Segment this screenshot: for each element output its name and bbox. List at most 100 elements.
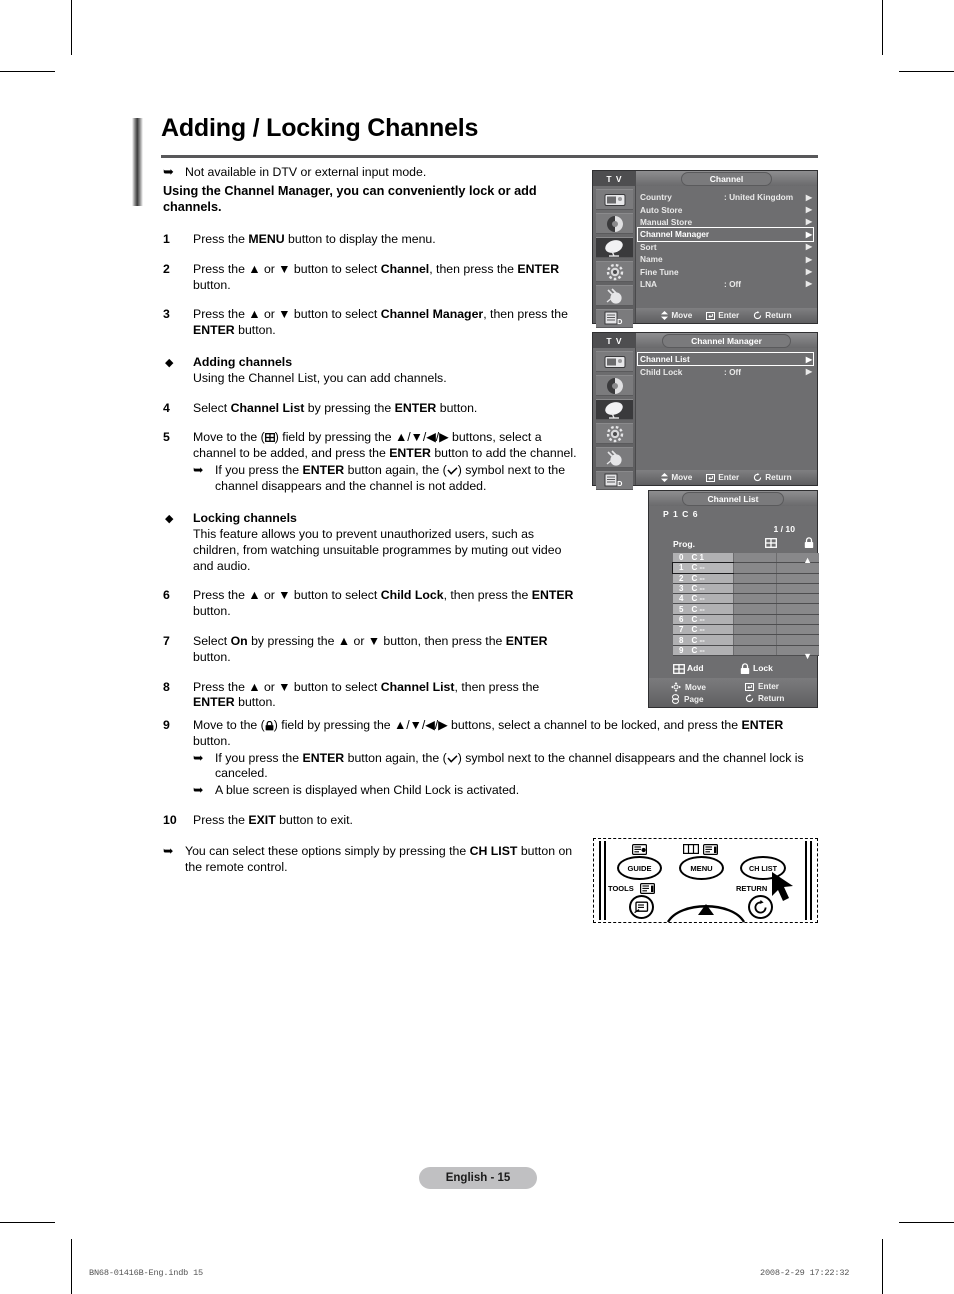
step-5-number: 5 (163, 430, 170, 445)
osd-row-sort[interactable]: Sort ▶ (640, 241, 813, 253)
osd-row-label: Name (640, 254, 663, 265)
intro-note: ➥ Not available in DTV or external input… (163, 164, 583, 181)
note-arrow-icon: ➥ (193, 750, 204, 765)
table-row[interactable]: 9 C -- (673, 645, 819, 656)
channel-name: C -- (691, 594, 705, 604)
add-cell[interactable] (733, 573, 776, 583)
sound-icon[interactable] (596, 375, 633, 396)
add-cell[interactable] (733, 635, 776, 645)
chevron-right-icon: ▶ (805, 217, 812, 227)
guide-button-label: GUIDE (627, 863, 652, 873)
column-header-prog: Prog. (673, 539, 695, 549)
table-row[interactable]: 3 C -- (673, 583, 819, 595)
chevron-right-icon: ▶ (805, 242, 812, 252)
intro-lead-line1: Using the Channel Manager, you can conve… (163, 183, 537, 198)
osd-row-fine-tune[interactable]: Fine Tune ▶ (640, 265, 813, 277)
osd-row-manual-store[interactable]: Manual Store ▶ (640, 216, 813, 228)
table-row[interactable]: 4 C -- (673, 594, 819, 605)
crop-mark-bottom-left-vertical (71, 1239, 72, 1294)
picture-icon[interactable] (596, 351, 633, 372)
dtv-setup-icon[interactable]: D (596, 471, 633, 490)
page-number-badge: English - 15 (419, 1167, 537, 1189)
osd-row-channel-list[interactable]: Channel List ▶ (637, 351, 814, 367)
picture-icon[interactable] (596, 189, 633, 210)
chevron-right-icon: ▶ (805, 267, 812, 277)
guide-glyph-icon (632, 844, 647, 855)
lock-cell[interactable] (776, 583, 819, 594)
table-row[interactable]: 7 C -- (673, 625, 819, 636)
osd-title: Channel Manager (662, 333, 791, 348)
osd-titlebar: Channel (636, 171, 817, 186)
osd-row-auto-store[interactable]: Auto Store ▶ (640, 203, 813, 215)
crop-mark-bottom-right-vertical (882, 1239, 883, 1294)
lock-cell[interactable] (776, 604, 819, 614)
table-row[interactable]: 0 C 1 (673, 553, 819, 564)
input-plug-icon[interactable] (596, 285, 633, 306)
osd-row-value: : Off (724, 366, 742, 377)
table-row[interactable]: 1 C -- (672, 562, 819, 574)
osd-footer-return: Return (745, 694, 784, 703)
step-8-number: 8 (163, 679, 170, 694)
osd-title: Channel List (682, 491, 784, 506)
add-cell[interactable] (733, 594, 776, 604)
lock-cell[interactable] (776, 563, 819, 573)
step-10-number: 10 (163, 813, 177, 828)
osd-row-label: Child Lock (640, 366, 683, 377)
osd-footer-enter: Enter (706, 311, 739, 320)
remote-tip: ➥ You can select these options simply by… (163, 844, 581, 876)
tools-button[interactable] (629, 895, 654, 919)
table-row[interactable]: 6 C -- (673, 614, 819, 626)
osd-row-country[interactable]: Country : United Kingdom ▶ (640, 191, 813, 203)
step-5-note-text: If you press the ENTER button again, the… (215, 462, 566, 493)
osd-row-name[interactable]: Name ▶ (640, 253, 813, 265)
channel-icon[interactable] (596, 399, 633, 420)
scroll-down-icon[interactable]: ▼ (803, 651, 812, 661)
osd-row-lna[interactable]: LNA : Off ▶ (640, 278, 813, 290)
add-cell[interactable] (733, 645, 776, 655)
add-cell[interactable] (733, 625, 776, 635)
step-9-note-2-text: A blue screen is displayed when Child Lo… (215, 782, 520, 797)
osd-footer-return: Return (753, 311, 792, 320)
section-adding-channels: ◆ Adding channels Using the Channel List… (163, 355, 583, 387)
channel-icon[interactable] (596, 237, 633, 258)
note-arrow-icon: ➥ (193, 462, 204, 477)
dtv-setup-icon[interactable]: D (596, 309, 633, 328)
setup-gear-icon[interactable] (596, 423, 633, 444)
lock-cell[interactable] (776, 635, 819, 645)
lock-cell[interactable] (776, 625, 819, 635)
return-button[interactable] (748, 895, 773, 919)
add-cell[interactable] (733, 553, 776, 563)
add-cell[interactable] (733, 583, 776, 594)
osd-row-channel-manager[interactable]: Channel Manager ▶ (637, 227, 814, 242)
lock-cell[interactable] (776, 614, 819, 625)
sound-icon[interactable] (596, 213, 633, 234)
step-9-text: Move to the () field by pressing the ▲/▼… (193, 718, 784, 748)
lock-cell[interactable] (776, 573, 819, 583)
guide-button[interactable]: GUIDE (617, 856, 662, 880)
osd-device-label: T V (593, 171, 636, 186)
osd-footer-move: Move (661, 473, 692, 482)
lock-cell[interactable] (776, 594, 819, 604)
add-cell[interactable] (733, 614, 776, 625)
menu-button[interactable]: MENU (679, 856, 724, 880)
osd-footer: Move Enter Return (636, 470, 817, 485)
lock-cell[interactable] (776, 645, 819, 655)
add-cell[interactable] (733, 604, 776, 614)
channel-number: 3 (679, 584, 684, 594)
setup-gear-icon[interactable] (596, 261, 633, 282)
scroll-up-icon[interactable]: ▲ (803, 555, 812, 565)
add-cell[interactable] (733, 563, 776, 573)
table-row[interactable]: 2 C -- (673, 573, 819, 584)
channel-list-header: Prog. (673, 537, 814, 552)
channel-cell: 7 C -- (673, 625, 733, 635)
step-5-text: Move to the () field by pressing the ▲/▼… (193, 430, 577, 461)
lock-cell[interactable] (776, 553, 819, 563)
channel-cell: 9 C -- (673, 645, 733, 655)
osd-row-label: Manual Store (640, 216, 693, 227)
osd-row-child-lock[interactable]: Child Lock : Off ▶ (640, 365, 813, 377)
intro-lead-line2: channels. (163, 199, 222, 214)
table-row[interactable]: 5 C -- (673, 604, 819, 615)
navigation-pad-up[interactable] (666, 895, 746, 923)
table-row[interactable]: 8 C -- (673, 635, 819, 646)
input-plug-icon[interactable] (596, 447, 633, 468)
